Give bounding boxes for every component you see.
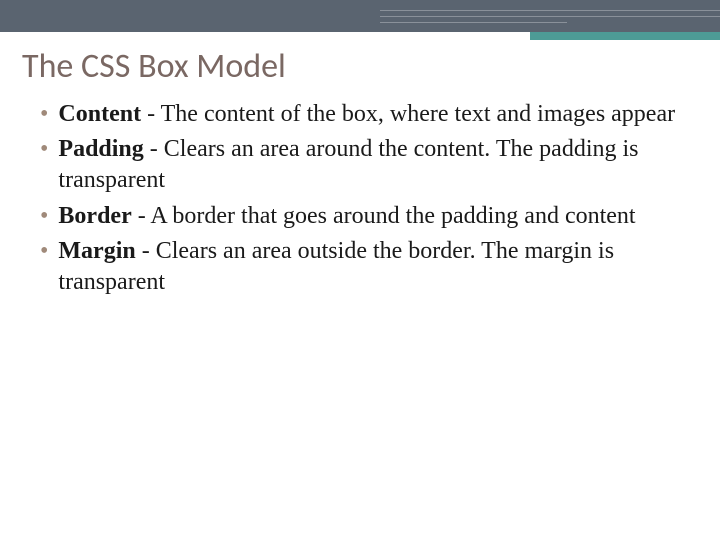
bullet-icon: • [40, 201, 48, 232]
bullet-icon: • [40, 99, 48, 130]
desc: - The content of the box, where text and… [141, 101, 675, 127]
slide-header-bar [0, 0, 720, 32]
list-item: • Padding - Clears an area around the co… [40, 134, 690, 196]
bullet-text: Content - The content of the box, where … [58, 99, 690, 130]
term: Padding [58, 136, 143, 162]
desc: - Clears an area around the content. The… [58, 136, 638, 193]
accent-bar [530, 32, 720, 40]
slide-title: The CSS Box Model [0, 32, 720, 95]
bullet-icon: • [40, 236, 48, 267]
header-decor-lines [380, 10, 720, 28]
term: Margin [58, 238, 135, 264]
term: Border [58, 203, 131, 229]
bullet-text: Padding - Clears an area around the cont… [58, 134, 690, 196]
bullet-text: Margin - Clears an area outside the bord… [58, 236, 690, 298]
bullet-text: Border - A border that goes around the p… [58, 201, 690, 232]
list-item: • Border - A border that goes around the… [40, 201, 690, 232]
bullet-icon: • [40, 134, 48, 165]
desc: - A border that goes around the padding … [132, 203, 636, 229]
desc: - Clears an area outside the border. The… [58, 238, 614, 295]
bullet-list: • Content - The content of the box, wher… [0, 95, 720, 298]
list-item: • Margin - Clears an area outside the bo… [40, 236, 690, 298]
list-item: • Content - The content of the box, wher… [40, 99, 690, 130]
term: Content [58, 101, 141, 127]
